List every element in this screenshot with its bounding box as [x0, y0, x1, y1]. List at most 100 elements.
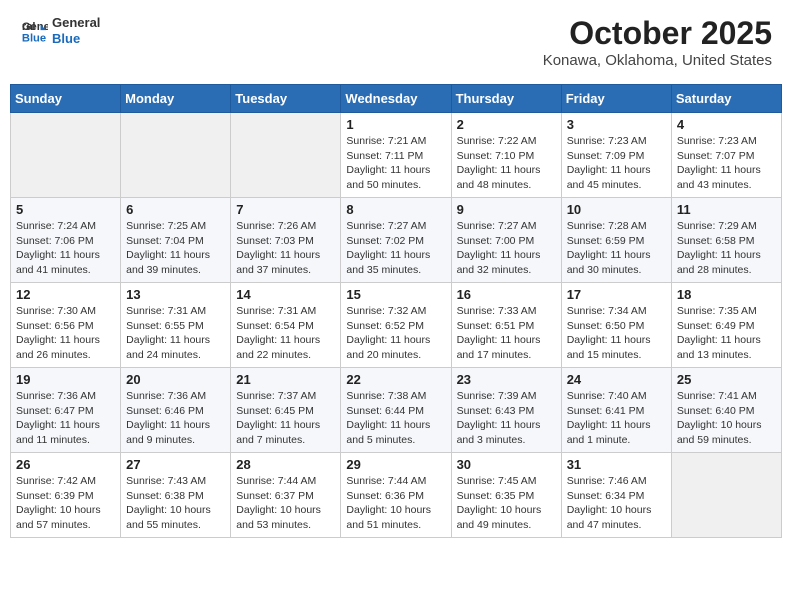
calendar-cell	[121, 113, 231, 198]
svg-text:ral: ral	[22, 21, 36, 33]
calendar-cell: 6 Sunrise: 7:25 AM Sunset: 7:04 PM Daylig…	[121, 198, 231, 283]
calendar-cell: 3 Sunrise: 7:23 AM Sunset: 7:09 PM Daylig…	[561, 113, 671, 198]
day-number: 6	[126, 202, 225, 217]
calendar-cell: 31Sunrise: 7:46 AM Sunset: 6:34 PM Dayli…	[561, 453, 671, 538]
day-info: Sunrise: 7:42 AM Sunset: 6:39 PM Dayligh…	[16, 474, 115, 533]
day-number: 18	[677, 287, 776, 302]
day-info: Sunrise: 7:28 AM Sunset: 6:59 PM Dayligh…	[567, 219, 666, 278]
day-number: 4	[677, 117, 776, 132]
main-title: October 2025	[543, 15, 772, 52]
calendar-week-row: 19 Sunrise: 7:36 AM Sunset: 6:47 PM Dayli…	[11, 368, 782, 453]
logo-icon: Gene ral Blue	[20, 17, 48, 45]
day-number: 14	[236, 287, 335, 302]
day-number: 9	[457, 202, 556, 217]
day-number: 1	[346, 117, 445, 132]
day-number: 22	[346, 372, 445, 387]
calendar-cell: 1Sunrise: 7:21 AM Sunset: 7:11 PM Daylig…	[341, 113, 451, 198]
day-number: 31	[567, 457, 666, 472]
day-info: Sunrise: 7:39 AM Sunset: 6:43 PM Dayligh…	[457, 389, 556, 448]
day-info: Sunrise: 7:27 AM Sunset: 7:02 PM Dayligh…	[346, 219, 445, 278]
day-number: 27	[126, 457, 225, 472]
subtitle: Konawa, Oklahoma, United States	[543, 52, 772, 69]
day-info: Sunrise: 7:44 AM Sunset: 6:37 PM Dayligh…	[236, 474, 335, 533]
day-number: 30	[457, 457, 556, 472]
day-info: Sunrise: 7:27 AM Sunset: 7:00 PM Dayligh…	[457, 219, 556, 278]
day-number: 7	[236, 202, 335, 217]
day-number: 17	[567, 287, 666, 302]
day-info: Sunrise: 7:26 AM Sunset: 7:03 PM Dayligh…	[236, 219, 335, 278]
calendar-cell: 20Sunrise: 7:36 AM Sunset: 6:46 PM Dayli…	[121, 368, 231, 453]
day-info: Sunrise: 7:23 AM Sunset: 7:07 PM Dayligh…	[677, 134, 776, 193]
calendar-cell: 7 Sunrise: 7:26 AM Sunset: 7:03 PM Daylig…	[231, 198, 341, 283]
day-info: Sunrise: 7:31 AM Sunset: 6:54 PM Dayligh…	[236, 304, 335, 363]
calendar-week-row: 26 Sunrise: 7:42 AM Sunset: 6:39 PM Dayli…	[11, 453, 782, 538]
day-info: Sunrise: 7:35 AM Sunset: 6:49 PM Dayligh…	[677, 304, 776, 363]
calendar-cell: 27 Sunrise: 7:43 AM Sunset: 6:38 PM Dayli…	[121, 453, 231, 538]
day-number: 8	[346, 202, 445, 217]
calendar-cell: 11 Sunrise: 7:29 AM Sunset: 6:58 PM Dayli…	[671, 198, 781, 283]
day-number: 28	[236, 457, 335, 472]
calendar-cell: 13Sunrise: 7:31 AM Sunset: 6:55 PM Dayli…	[121, 283, 231, 368]
day-number: 25	[677, 372, 776, 387]
day-header-wednesday: Wednesday	[341, 85, 451, 113]
day-header-friday: Friday	[561, 85, 671, 113]
calendar-cell: 29 Sunrise: 7:44 AM Sunset: 6:36 PM Dayli…	[341, 453, 451, 538]
day-info: Sunrise: 7:36 AM Sunset: 6:46 PM Dayligh…	[126, 389, 225, 448]
day-header-thursday: Thursday	[451, 85, 561, 113]
day-header-tuesday: Tuesday	[231, 85, 341, 113]
day-info: Sunrise: 7:34 AM Sunset: 6:50 PM Dayligh…	[567, 304, 666, 363]
logo-line1: General	[52, 15, 100, 31]
day-info: Sunrise: 7:33 AM Sunset: 6:51 PM Dayligh…	[457, 304, 556, 363]
day-number: 24	[567, 372, 666, 387]
calendar-cell: 4 Sunrise: 7:23 AM Sunset: 7:07 PM Daylig…	[671, 113, 781, 198]
day-header-saturday: Saturday	[671, 85, 781, 113]
calendar-week-row: 12Sunrise: 7:30 AM Sunset: 6:56 PM Dayli…	[11, 283, 782, 368]
day-info: Sunrise: 7:23 AM Sunset: 7:09 PM Dayligh…	[567, 134, 666, 193]
calendar-cell: 15Sunrise: 7:32 AM Sunset: 6:52 PM Dayli…	[341, 283, 451, 368]
day-info: Sunrise: 7:41 AM Sunset: 6:40 PM Dayligh…	[677, 389, 776, 448]
day-info: Sunrise: 7:29 AM Sunset: 6:58 PM Dayligh…	[677, 219, 776, 278]
calendar-cell: 2Sunrise: 7:22 AM Sunset: 7:10 PM Daylig…	[451, 113, 561, 198]
day-number: 23	[457, 372, 556, 387]
calendar-cell: 9 Sunrise: 7:27 AM Sunset: 7:00 PM Daylig…	[451, 198, 561, 283]
day-info: Sunrise: 7:40 AM Sunset: 6:41 PM Dayligh…	[567, 389, 666, 448]
day-info: Sunrise: 7:24 AM Sunset: 7:06 PM Dayligh…	[16, 219, 115, 278]
day-info: Sunrise: 7:43 AM Sunset: 6:38 PM Dayligh…	[126, 474, 225, 533]
svg-text:Blue: Blue	[22, 32, 46, 44]
day-number: 13	[126, 287, 225, 302]
day-number: 26	[16, 457, 115, 472]
day-info: Sunrise: 7:25 AM Sunset: 7:04 PM Dayligh…	[126, 219, 225, 278]
day-number: 19	[16, 372, 115, 387]
logo: Gene ral Blue General Blue	[20, 15, 100, 46]
calendar-table: SundayMondayTuesdayWednesdayThursdayFrid…	[10, 84, 782, 538]
day-info: Sunrise: 7:44 AM Sunset: 6:36 PM Dayligh…	[346, 474, 445, 533]
page-header: Gene ral Blue General Blue October 2025 …	[10, 10, 782, 74]
day-number: 11	[677, 202, 776, 217]
calendar-cell: 19 Sunrise: 7:36 AM Sunset: 6:47 PM Dayli…	[11, 368, 121, 453]
calendar-cell	[11, 113, 121, 198]
day-number: 16	[457, 287, 556, 302]
calendar-cell: 26 Sunrise: 7:42 AM Sunset: 6:39 PM Dayli…	[11, 453, 121, 538]
calendar-cell: 25 Sunrise: 7:41 AM Sunset: 6:40 PM Dayli…	[671, 368, 781, 453]
calendar-cell: 17 Sunrise: 7:34 AM Sunset: 6:50 PM Dayli…	[561, 283, 671, 368]
day-number: 10	[567, 202, 666, 217]
calendar-cell: 24 Sunrise: 7:40 AM Sunset: 6:41 PM Dayli…	[561, 368, 671, 453]
day-number: 3	[567, 117, 666, 132]
calendar-cell: 21Sunrise: 7:37 AM Sunset: 6:45 PM Dayli…	[231, 368, 341, 453]
day-number: 29	[346, 457, 445, 472]
day-number: 15	[346, 287, 445, 302]
calendar-cell: 30 Sunrise: 7:45 AM Sunset: 6:35 PM Dayli…	[451, 453, 561, 538]
calendar-cell: 28 Sunrise: 7:44 AM Sunset: 6:37 PM Dayli…	[231, 453, 341, 538]
day-header-monday: Monday	[121, 85, 231, 113]
calendar-cell: 8 Sunrise: 7:27 AM Sunset: 7:02 PM Daylig…	[341, 198, 451, 283]
day-info: Sunrise: 7:45 AM Sunset: 6:35 PM Dayligh…	[457, 474, 556, 533]
day-info: Sunrise: 7:38 AM Sunset: 6:44 PM Dayligh…	[346, 389, 445, 448]
day-number: 2	[457, 117, 556, 132]
day-info: Sunrise: 7:30 AM Sunset: 6:56 PM Dayligh…	[16, 304, 115, 363]
calendar-cell: 18 Sunrise: 7:35 AM Sunset: 6:49 PM Dayli…	[671, 283, 781, 368]
day-header-sunday: Sunday	[11, 85, 121, 113]
title-block: October 2025 Konawa, Oklahoma, United St…	[543, 15, 772, 69]
calendar-header-row: SundayMondayTuesdayWednesdayThursdayFrid…	[11, 85, 782, 113]
day-info: Sunrise: 7:36 AM Sunset: 6:47 PM Dayligh…	[16, 389, 115, 448]
calendar-cell	[231, 113, 341, 198]
